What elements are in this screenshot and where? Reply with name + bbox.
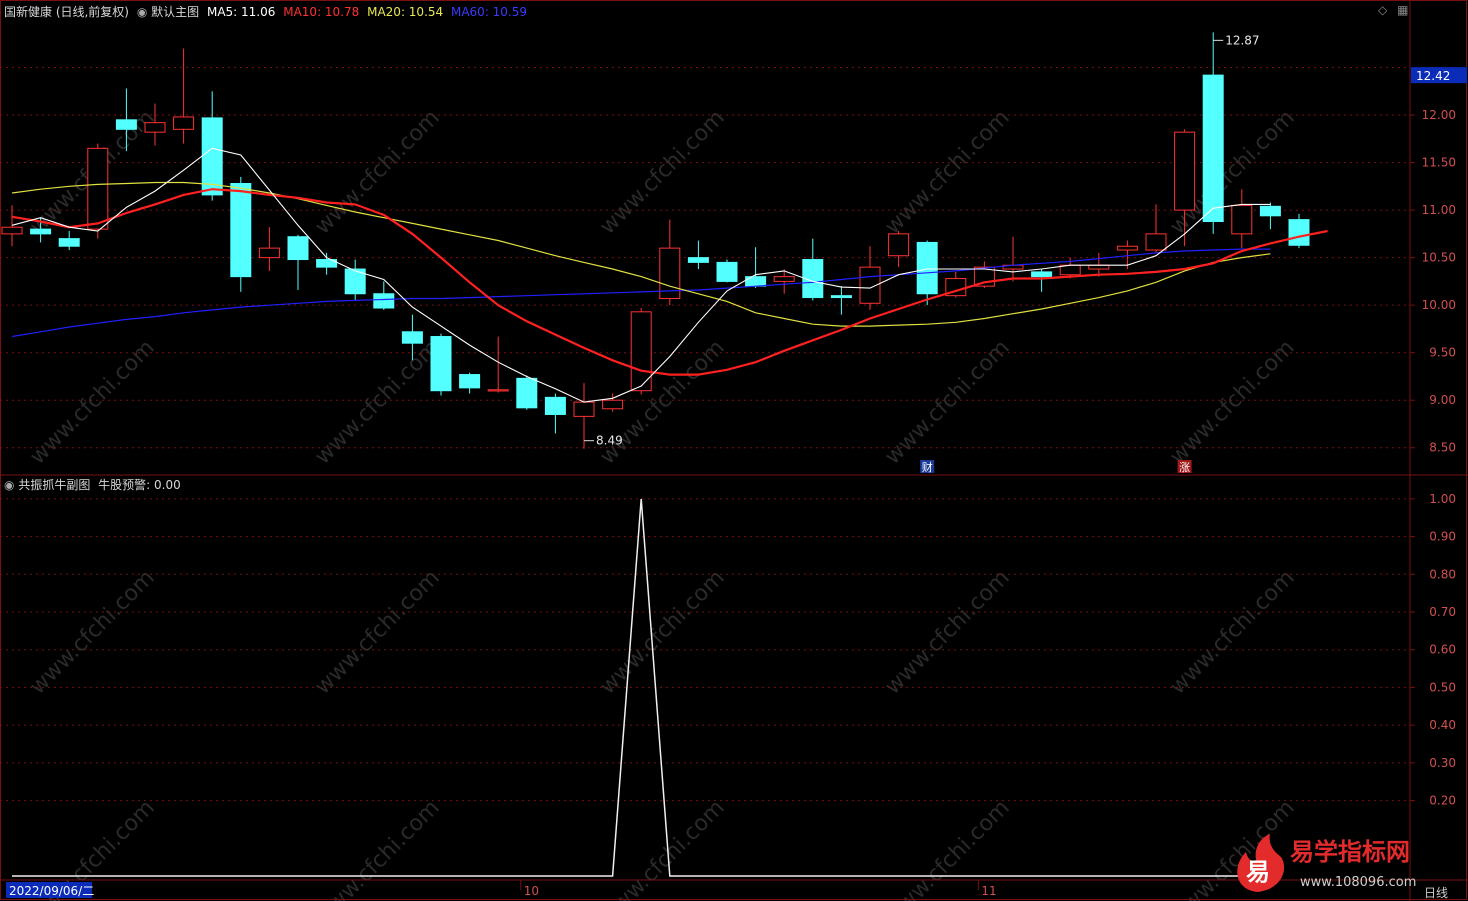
sub-tick-label: 0.20 xyxy=(1429,794,1456,808)
candle-body xyxy=(401,331,423,344)
candle-body xyxy=(1145,233,1167,251)
watermark-text: www.cfchi.com xyxy=(880,565,1014,699)
template-label[interactable]: 默认主图 xyxy=(151,5,199,19)
sub-tick-label: 0.50 xyxy=(1429,680,1456,694)
logo-url: www.108096.com xyxy=(1300,875,1416,890)
candle-body xyxy=(516,377,538,409)
watermark-text: www.cfchi.com xyxy=(310,565,444,699)
sub-chart-header: ◉ 共振抓牛副图 牛股预警: 0.00 xyxy=(4,476,181,493)
sub-dropdown-icon[interactable]: ◉ xyxy=(4,478,14,492)
candle-body xyxy=(173,116,195,130)
main-tick-label: 11.50 xyxy=(1422,156,1456,170)
low-price-label: 8.49 xyxy=(596,434,623,448)
limit-up-marker: 涨 xyxy=(1179,461,1190,474)
panel-toggle-icon[interactable]: ▦ xyxy=(1397,3,1408,17)
candle-body xyxy=(1202,74,1224,223)
main-tick-label: 10.50 xyxy=(1422,251,1456,265)
main-tick-label: 10.00 xyxy=(1422,298,1456,312)
candle-body xyxy=(258,247,280,259)
main-tick-label: 11.00 xyxy=(1422,203,1456,217)
candle-body xyxy=(430,336,452,392)
site-logo: 易 易学指标网 www.108096.com xyxy=(1237,834,1416,892)
watermark-text: www.cfchi.com xyxy=(1165,335,1299,469)
candle-body xyxy=(1174,131,1196,211)
candle-body xyxy=(373,293,395,309)
candle-body xyxy=(230,182,252,278)
candle-body xyxy=(487,389,509,392)
stock-title: 国新健康 (日线,前复权) xyxy=(4,5,129,19)
watermark-text: www.cfchi.com xyxy=(310,795,444,901)
candle-body xyxy=(115,119,137,130)
main-tick-label: 9.00 xyxy=(1429,393,1456,407)
indicator-title[interactable]: 共振抓牛副图 xyxy=(18,478,90,492)
candle-body xyxy=(773,276,795,282)
sub-tick-label: 1.00 xyxy=(1429,492,1456,506)
sub-tick-label: 0.60 xyxy=(1429,643,1456,657)
candle-body xyxy=(916,241,938,295)
candle-body xyxy=(1031,271,1053,278)
watermark-text: www.cfchi.com xyxy=(310,105,444,239)
candle-body xyxy=(716,261,738,282)
watermark-text: www.cfchi.com xyxy=(880,105,1014,239)
candle-body xyxy=(544,396,566,415)
candle-body xyxy=(144,122,166,133)
sub-tick-label: 0.70 xyxy=(1429,605,1456,619)
watermark-text: www.cfchi.com xyxy=(595,105,729,239)
sub-tick-label: 0.30 xyxy=(1429,756,1456,770)
candle-body xyxy=(1,226,23,235)
candle-body xyxy=(1088,264,1110,270)
alert-value-label: 牛股预警: 0.00 xyxy=(98,478,181,492)
sub-tick-label: 0.40 xyxy=(1429,718,1456,732)
logo-name: 易学指标网 xyxy=(1290,838,1410,866)
sub-tick-label: 0.80 xyxy=(1429,567,1456,581)
cursor-date-label: 2022/09/06/二 xyxy=(9,884,94,898)
watermark-text: www.cfchi.com xyxy=(1165,565,1299,699)
month-label: 11 xyxy=(981,884,996,898)
ma20-label: MA20: 10.54 xyxy=(367,5,444,19)
watermark-text: www.cfchi.com xyxy=(595,795,729,901)
watermark-text: www.cfchi.com xyxy=(880,335,1014,469)
candle-body xyxy=(830,295,852,299)
candle-body xyxy=(1231,204,1253,235)
candle-body xyxy=(1288,219,1310,246)
candle-body xyxy=(602,399,624,410)
main-chart-controls: ◇ ▦ xyxy=(1378,3,1408,17)
high-price-label: 12.87 xyxy=(1225,33,1259,47)
watermark-text: www.cfchi.com xyxy=(25,565,159,699)
candle-body xyxy=(1259,205,1281,217)
ma10-label: MA10: 10.78 xyxy=(283,5,360,19)
ma5-label: MA5: 11.06 xyxy=(206,5,276,19)
logo-glyph: 易 xyxy=(1246,858,1270,886)
diamond-icon[interactable]: ◇ xyxy=(1378,3,1387,17)
template-dropdown-icon[interactable]: ◉ xyxy=(137,5,147,19)
main-tick-label: 8.50 xyxy=(1429,441,1456,455)
main-tick-label: 12.00 xyxy=(1422,108,1456,122)
last-price-label: 12.42 xyxy=(1416,69,1450,83)
candle-body xyxy=(459,374,481,389)
main-chart-header: 国新健康 (日线,前复权) ◉ 默认主图 MA5: 11.06 MA10: 10… xyxy=(4,3,527,20)
candle-body xyxy=(87,147,109,230)
candle-layer xyxy=(1,32,1310,449)
watermark-text: www.cfchi.com xyxy=(25,335,159,469)
candle-body xyxy=(287,236,309,261)
ma60-label: MA60: 10.59 xyxy=(450,5,528,19)
month-label: 10 xyxy=(524,884,539,898)
watermark-text: www.cfchi.com xyxy=(310,335,444,469)
watermark-text: www.cfchi.com xyxy=(595,565,729,699)
candle-body xyxy=(687,257,709,263)
chart-canvas[interactable]: www.cfchi.com www.cfchi.com www.cfchi.com w… xyxy=(0,0,1468,901)
candle-body xyxy=(573,401,595,417)
main-tick-label: 9.50 xyxy=(1429,346,1456,360)
finance-marker: 财 xyxy=(922,460,933,474)
candle-body xyxy=(30,228,52,235)
sub-tick-label: 0.90 xyxy=(1429,530,1456,544)
candle-body xyxy=(58,238,80,247)
candle-body xyxy=(888,233,910,257)
candle-body xyxy=(1116,245,1138,251)
